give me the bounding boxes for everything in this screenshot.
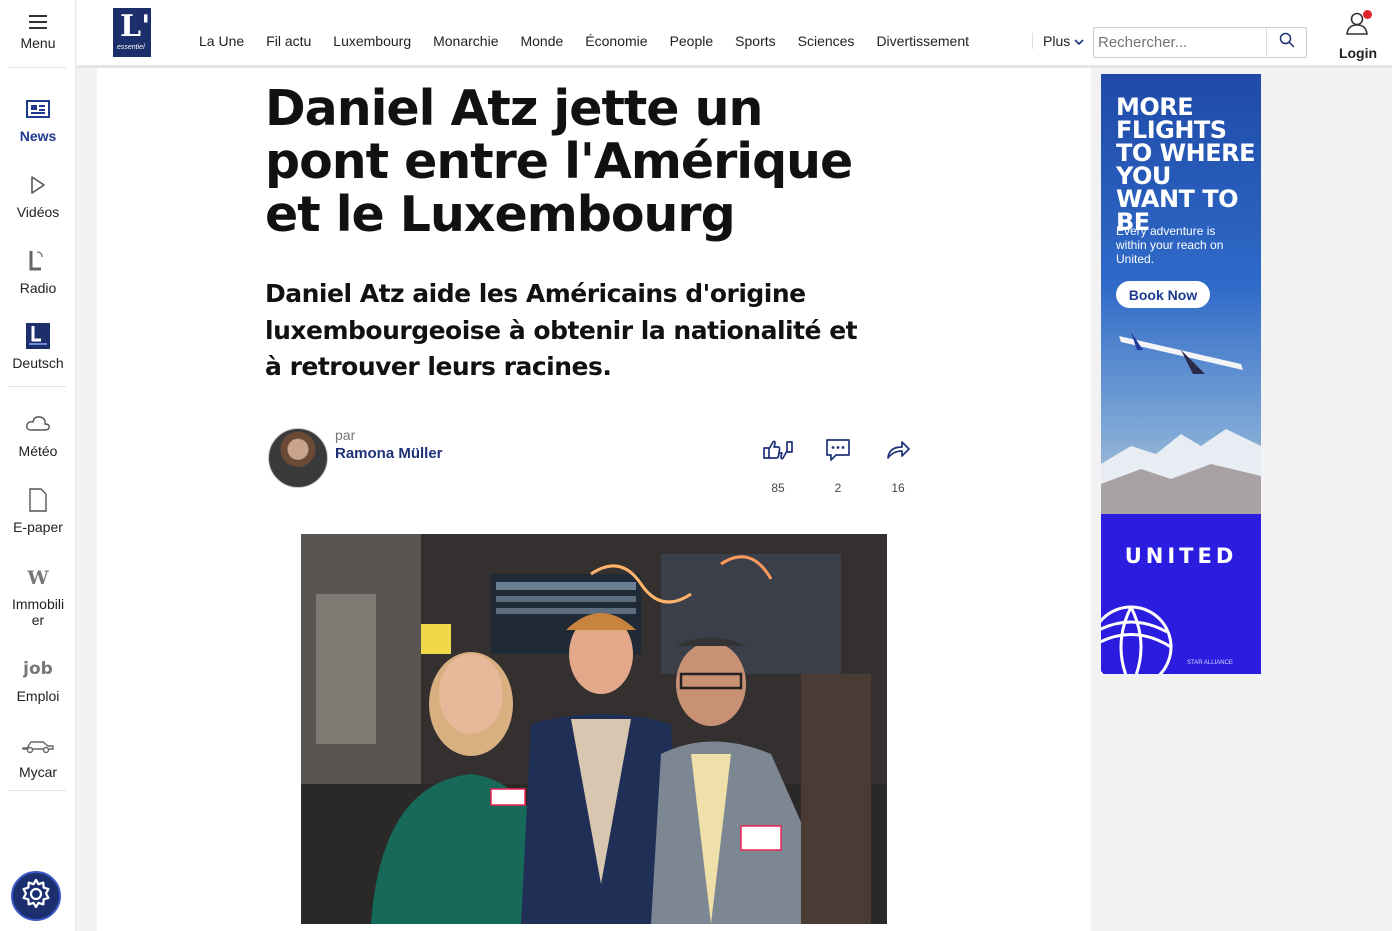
advertisement-banner[interactable]: MORE FLIGHTS TO WHERE YOU WANT TO BE Eve… (1101, 74, 1261, 674)
author-prefix: par (335, 426, 356, 443)
photo-illustration (301, 534, 887, 924)
divider (8, 67, 66, 68)
lessentiel-de-logo-icon (26, 323, 50, 349)
cloud-icon (25, 411, 51, 437)
main-nav: La Une Fil actu Luxembourg Monarchie Mon… (199, 33, 991, 49)
logo-letter: L' (120, 9, 151, 44)
nav-luxembourg[interactable]: Luxembourg (333, 33, 411, 49)
author-block[interactable]: par Ramona Müller (268, 426, 443, 488)
search-box (1093, 27, 1307, 58)
author-name[interactable]: Ramona Müller (335, 445, 443, 462)
menu-label: Menu (20, 35, 56, 51)
site-logo[interactable]: L' essentiel (113, 8, 151, 57)
divider (8, 790, 66, 791)
search-button[interactable] (1266, 28, 1306, 57)
sidebar-item-radio[interactable]: Radio (0, 248, 76, 296)
left-sidebar: Menu News Vidéos Radio Deutsch Météo E-p… (0, 0, 76, 931)
comments-button[interactable]: 2 (818, 438, 858, 495)
shares-count: 16 (891, 481, 905, 495)
ad-brand-panel (1101, 514, 1261, 674)
divider (8, 386, 66, 387)
nav-people[interactable]: People (670, 33, 714, 49)
hamburger-icon (29, 15, 47, 29)
ad-brand-name: UNITED (1124, 544, 1238, 568)
car-icon (21, 732, 55, 758)
ad-alliance: STAR ALLIANCE (1187, 660, 1233, 666)
sidebar-item-label: Météo (18, 443, 58, 459)
svg-text:W: W (26, 567, 49, 587)
comment-icon (825, 439, 851, 466)
author-avatar (268, 428, 328, 488)
article-title: Daniel Atz jette un pont entre l'Amériqu… (265, 80, 853, 243)
sidebar-item-label: Mycar (18, 764, 58, 780)
play-icon (29, 172, 47, 198)
login-label: Login (1338, 45, 1378, 61)
sidebar-item-emploi[interactable]: job Emploi (0, 656, 76, 704)
svg-text:job: job (23, 659, 53, 679)
settings-button[interactable] (11, 871, 61, 921)
more-menu-button[interactable]: Plus (1032, 33, 1084, 49)
share-button[interactable]: 16 (878, 438, 918, 495)
sidebar-item-label: News (19, 128, 57, 144)
login-button[interactable]: Login (1329, 10, 1387, 61)
article-content: Daniel Atz jette un pont entre l'Amériqu… (97, 68, 1091, 931)
search-icon (1279, 32, 1295, 53)
menu-button[interactable]: Menu (0, 0, 76, 66)
share-icon (885, 441, 911, 466)
sidebar-item-videos[interactable]: Vidéos (0, 172, 76, 220)
sidebar-item-mycar[interactable]: Mycar (0, 732, 76, 780)
top-header: L' essentiel La Une Fil actu Luxembourg … (77, 0, 1392, 68)
sidebar-item-label: Deutsch (12, 355, 64, 371)
logo-word: essentiel (117, 44, 145, 51)
nav-divertissement[interactable]: Divertissement (876, 33, 969, 49)
page-icon (28, 487, 48, 513)
nav-monarchie[interactable]: Monarchie (433, 33, 498, 49)
thumbs-up-down-icon (762, 440, 794, 466)
nav-monde[interactable]: Monde (520, 33, 563, 49)
w-logo-icon: W (26, 564, 50, 590)
sidebar-item-label: Emploi (16, 688, 60, 704)
sidebar-item-epaper[interactable]: E-paper (0, 487, 76, 535)
newspaper-icon (26, 96, 50, 122)
search-input[interactable] (1094, 28, 1266, 57)
article-photo (301, 534, 887, 924)
reactions-button[interactable]: 85 (758, 438, 798, 495)
sidebar-item-meteo[interactable]: Météo (0, 411, 76, 459)
gear-icon (19, 877, 53, 916)
job-logo-icon: job (23, 656, 53, 682)
nav-sciences[interactable]: Sciences (798, 33, 855, 49)
chevron-down-icon (1074, 33, 1084, 49)
sidebar-item-label: Immobili er (11, 596, 65, 628)
sidebar-item-news[interactable]: News (0, 96, 76, 144)
comments-count: 2 (834, 481, 842, 495)
sidebar-item-deutsch[interactable]: Deutsch (0, 323, 76, 371)
sidebar-item-label: Vidéos (16, 204, 60, 220)
nav-fil-actu[interactable]: Fil actu (266, 33, 311, 49)
globe-icon (1101, 605, 1173, 674)
sidebar-item-immobilier[interactable]: W Immobili er (0, 564, 76, 628)
article-lead: Daniel Atz aide les Américains d'origine… (265, 279, 858, 381)
sidebar-item-label: Radio (19, 280, 57, 296)
nav-la-une[interactable]: La Une (199, 33, 244, 49)
nav-economie[interactable]: Économie (585, 33, 647, 49)
notification-dot (1363, 10, 1372, 19)
sidebar-item-label: E-paper (13, 519, 63, 535)
nav-sports[interactable]: Sports (735, 33, 775, 49)
reactions-count: 85 (771, 481, 785, 495)
more-label: Plus (1043, 33, 1071, 49)
radio-logo-icon (28, 248, 48, 274)
ad-scenery (1101, 332, 1261, 514)
